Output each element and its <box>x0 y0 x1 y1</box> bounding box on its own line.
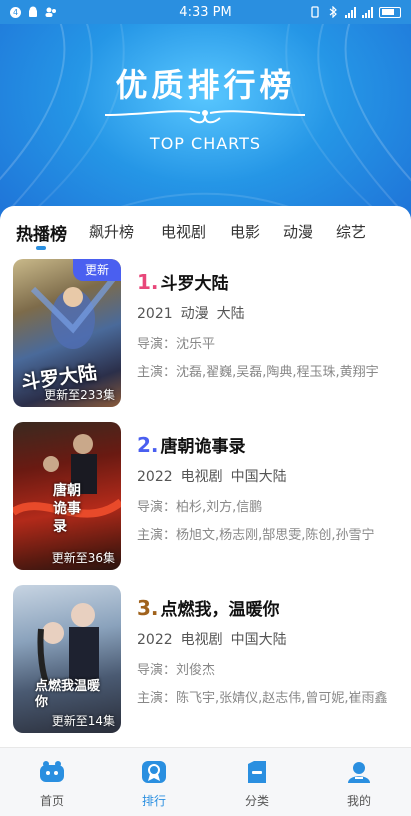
item-meta: 2022 电视剧 中国大陆 <box>137 629 403 649</box>
item-director: 导演：沈乐平 <box>137 335 403 355</box>
item-title-line[interactable]: 1. 斗罗大陆 <box>137 269 403 295</box>
rank-number: 1. <box>137 270 159 294</box>
banner-subtitle: TOP CHARTS <box>149 134 262 153</box>
cast-value: 沈磊,翟巍,吴磊,陶典,程玉珠,黄翔宇 <box>176 365 379 380</box>
episode-count: 更新至36集 <box>51 551 115 565</box>
vibrate-icon <box>311 6 319 18</box>
rank-number: 3. <box>137 596 159 620</box>
user-account-icon <box>45 7 56 17</box>
category-icon <box>248 761 266 783</box>
android-icon <box>29 6 37 17</box>
status-bar: 4 4:33 PM <box>0 0 411 24</box>
item-info: 2. 唐朝诡事录 2022 电视剧 中国大陆 导演：柏杉,刘方,信鹏 主演：杨旭文,杨… <box>137 422 403 546</box>
director-label: 导演： <box>137 337 177 352</box>
item-info: 1. 斗罗大陆 2021 动漫 大陆 导演：沈乐平 主演：沈磊,翟巍,吴磊,陶典,程玉… <box>137 259 403 383</box>
nav-profile[interactable]: 我的 <box>329 760 389 809</box>
item-title-line[interactable]: 3. 点燃我，温暖你 <box>137 595 403 621</box>
item-region: 中国大陆 <box>230 632 287 648</box>
bottom-nav: 首页 排行 分类 我的 <box>0 747 411 816</box>
cast-label: 主演： <box>137 691 177 706</box>
item-meta: 2022 电视剧 中国大陆 <box>137 466 403 486</box>
item-title-line[interactable]: 2. 唐朝诡事录 <box>137 432 403 458</box>
nav-home-label: 首页 <box>39 794 64 808</box>
banner-ornament <box>105 110 305 124</box>
item-region: 中国大陆 <box>230 469 287 485</box>
episode-count: 更新至14集 <box>51 714 115 728</box>
item-title: 斗罗大陆 <box>160 274 229 294</box>
category-tabs: 热播榜 飙升榜 电视剧 电影 动漫 综艺 <box>0 206 411 254</box>
cast-label: 主演： <box>137 365 177 380</box>
tab-movie[interactable]: 电影 <box>230 221 260 242</box>
nav-category-label: 分类 <box>244 794 269 808</box>
battery-icon <box>379 6 401 18</box>
item-genre: 电视剧 <box>180 632 223 648</box>
home-icon <box>40 761 64 782</box>
tab-hot[interactable]: 热播榜 <box>16 220 67 245</box>
director-value: 刘俊杰 <box>176 663 216 678</box>
item-director: 导演：柏杉,刘方,信鹏 <box>137 498 403 518</box>
cast-value: 杨旭文,杨志刚,郜思雯,陈创,孙雪宁 <box>176 528 375 543</box>
item-year: 2022 <box>137 632 173 648</box>
item-info: 3. 点燃我，温暖你 2022 电视剧 中国大陆 导演：刘俊杰 主演：陈飞宇,张婧仪,… <box>137 585 403 709</box>
ranking-item[interactable]: 唐朝诡事录 更新至36集 2. 唐朝诡事录 2022 电视剧 中国大陆 导演：柏杉,刘… <box>13 422 403 572</box>
notification-badge-icon: 4 <box>10 6 21 18</box>
item-genre: 动漫 <box>180 306 209 322</box>
item-cast: 主演：杨旭文,杨志刚,郜思雯,陈创,孙雪宁 <box>137 526 403 546</box>
item-title: 唐朝诡事录 <box>160 437 246 457</box>
item-genre: 电视剧 <box>180 469 223 485</box>
director-value: 柏杉,刘方,信鹏 <box>176 500 263 515</box>
nav-category[interactable]: 分类 <box>227 760 287 809</box>
tab-indicator <box>36 246 46 250</box>
banner-title: 优质排行榜 <box>115 66 296 104</box>
rank-number: 2. <box>137 433 159 457</box>
director-value: 沈乐平 <box>176 337 216 352</box>
item-meta: 2021 动漫 大陆 <box>137 303 403 323</box>
tab-anime[interactable]: 动漫 <box>283 221 313 242</box>
tab-variety[interactable]: 综艺 <box>336 221 366 242</box>
nav-ranking[interactable]: 排行 <box>124 760 184 809</box>
director-label: 导演： <box>137 663 177 678</box>
tab-tv[interactable]: 电视剧 <box>161 221 206 242</box>
poster-title-art: 唐朝诡事录 <box>53 483 81 535</box>
bluetooth-icon <box>329 6 337 18</box>
poster-image[interactable]: 点燃我温暖你 更新至14集 <box>13 585 121 733</box>
ranking-icon <box>142 761 166 783</box>
ranking-item[interactable]: 点燃我温暖你 更新至14集 3. 点燃我，温暖你 2022 电视剧 中国大陆 导演：刘… <box>13 585 403 735</box>
poster-title-art: 点燃我温暖你 <box>35 679 101 710</box>
nav-home[interactable]: 首页 <box>22 760 82 809</box>
profile-icon <box>348 762 370 783</box>
item-year: 2021 <box>137 306 173 322</box>
poster-image[interactable]: 斗罗大陆 更新 更新至233集 <box>13 259 121 407</box>
episode-count: 更新至233集 <box>44 388 115 402</box>
item-year: 2022 <box>137 469 173 485</box>
item-cast: 主演：陈飞宇,张婧仪,赵志伟,曾可妮,崔雨鑫 <box>137 689 403 709</box>
tab-rising[interactable]: 飙升榜 <box>89 221 134 242</box>
item-title: 点燃我，温暖你 <box>160 600 280 620</box>
cast-label: 主演： <box>137 528 177 543</box>
director-label: 导演： <box>137 500 177 515</box>
cast-value: 陈飞宇,张婧仪,赵志伟,曾可妮,崔雨鑫 <box>176 691 388 706</box>
signal-icon <box>345 6 356 18</box>
update-badge: 更新 <box>73 259 121 281</box>
header-banner: 优质排行榜 TOP CHARTS <box>0 0 411 235</box>
signal-2-icon <box>362 6 373 18</box>
item-region: 大陆 <box>216 306 245 322</box>
item-director: 导演：刘俊杰 <box>137 661 403 681</box>
nav-ranking-label: 排行 <box>141 794 166 808</box>
poster-image[interactable]: 唐朝诡事录 更新至36集 <box>13 422 121 570</box>
ranking-item[interactable]: 斗罗大陆 更新 更新至233集 1. 斗罗大陆 2021 动漫 大陆 导演：沈乐平 主… <box>13 259 403 409</box>
ranking-card: 热播榜 飙升榜 电视剧 电影 动漫 综艺 斗罗大陆 更新 更新至233集 1. 斗… <box>0 206 411 747</box>
item-cast: 主演：沈磊,翟巍,吴磊,陶典,程玉珠,黄翔宇 <box>137 363 403 383</box>
nav-profile-label: 我的 <box>346 794 371 808</box>
